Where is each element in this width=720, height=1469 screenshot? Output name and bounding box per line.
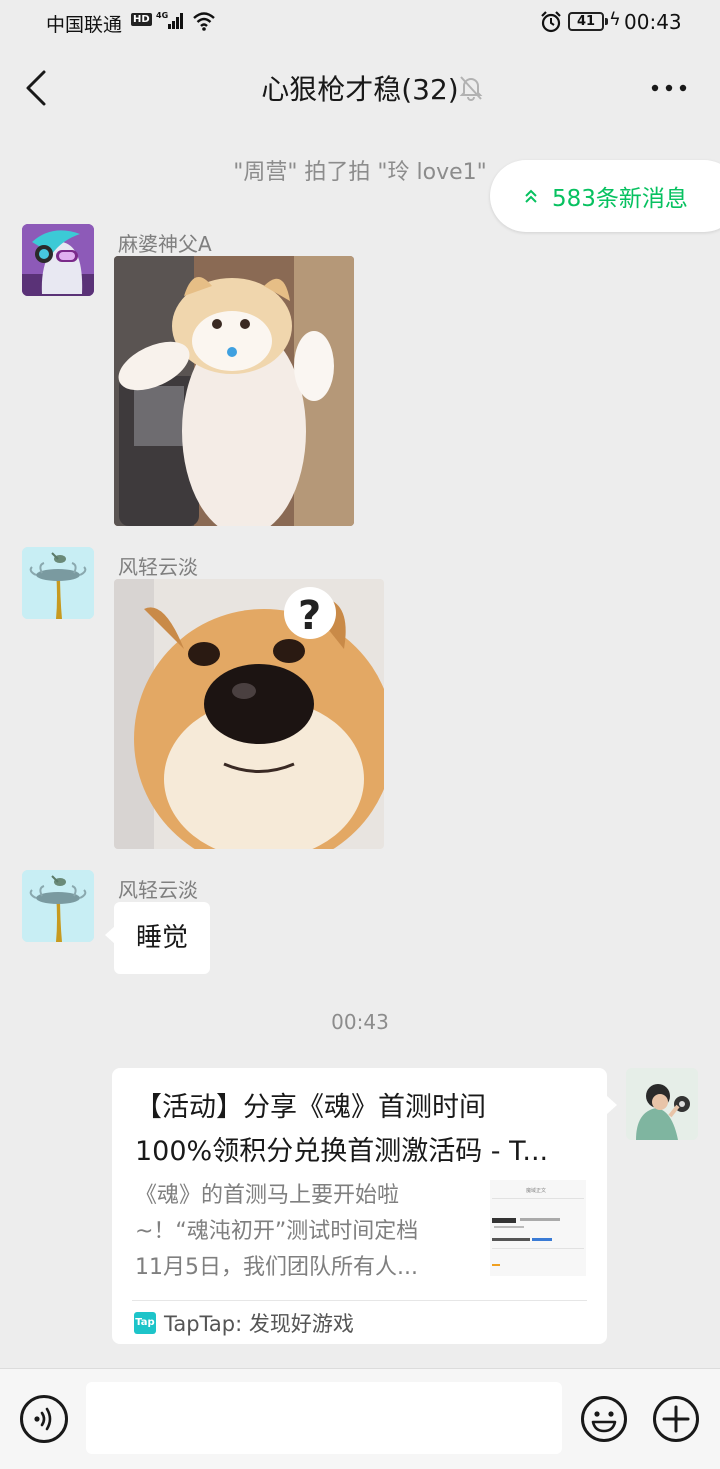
wifi-icon [193, 12, 215, 31]
carrier-name: 中国联通 [46, 14, 123, 36]
message-text: 睡觉 [136, 923, 189, 953]
page-title[interactable]: 心狠枪才稳(32) [261, 68, 458, 108]
time-divider: 00:43 [331, 1010, 389, 1034]
voice-input-button[interactable] [20, 1395, 68, 1443]
text-message-bubble[interactable]: 睡觉 [104, 902, 211, 974]
sender-name: 风轻云淡 [118, 555, 198, 579]
charging-icon: ϟ [609, 9, 621, 30]
status-time: 00:43 [624, 10, 682, 34]
taptap-logo-icon: Tap [134, 1312, 156, 1334]
image-message[interactable]: ? [114, 579, 384, 849]
emoji-button[interactable] [580, 1395, 628, 1443]
double-chevron-up-icon [525, 189, 537, 203]
status-bar: 中国联通 HD 4G 41 ϟ 00:43 [0, 0, 720, 46]
link-card-description: 《魂》的首测马上要开始啦 ~！“魂沌初开”测试时间定档 11月5日，我们团队所有… [135, 1178, 465, 1286]
avatar[interactable] [22, 547, 94, 619]
thumbnail-heading: 魔域正文 [526, 1187, 546, 1194]
thumbnail-image: 魔域正文 [490, 1180, 586, 1276]
battery-level: 41 [576, 14, 596, 29]
link-card-title: 【活动】分享《魂》首测时间 100%领积分兑换首测激活码 - T... [135, 1086, 590, 1174]
cat-sticker-image [114, 256, 354, 526]
avatar-image [22, 870, 94, 942]
avatar-image [22, 547, 94, 619]
svg-text:?: ? [298, 593, 321, 639]
new-messages-label: 583条新消息 [552, 186, 688, 212]
plus-icon [653, 1396, 699, 1442]
signal-icon: 4G [156, 11, 183, 29]
link-card-title-line: 【活动】分享《魂》首测时间 [135, 1092, 486, 1123]
shiba-sticker-image: ? [114, 579, 384, 849]
my-avatar[interactable] [626, 1068, 698, 1140]
divider [132, 1300, 587, 1301]
avatar-image [626, 1068, 698, 1140]
avatar-image [22, 224, 94, 296]
alarm-icon [541, 11, 561, 33]
link-card-desc-line: 《魂》的首测马上要开始啦 [135, 1183, 400, 1208]
avatar[interactable] [22, 870, 94, 942]
image-message[interactable] [114, 256, 354, 526]
link-card-desc-line: ~！“魂沌初开”测试时间定档 [135, 1219, 419, 1244]
link-card-desc-line: 11月5日，我们团队所有人... [135, 1255, 418, 1280]
avatar[interactable] [22, 224, 94, 296]
link-card-thumbnail: 魔域正文 [490, 1180, 586, 1276]
message-input[interactable] [86, 1382, 562, 1454]
more-actions-button[interactable] [652, 1395, 700, 1443]
sender-name: 风轻云淡 [118, 878, 198, 902]
more-dots-icon [651, 84, 687, 92]
emoji-icon [581, 1396, 627, 1442]
link-card-source: Tap TapTap: 发现好游戏 [134, 1308, 354, 1338]
svg-text:4G: 4G [156, 11, 168, 20]
battery-indicator: 41 [568, 12, 608, 31]
sender-name: 麻婆神父A [118, 232, 212, 256]
link-card-title-line: 100%领积分兑换首测激活码 - T... [135, 1136, 549, 1167]
voice-icon [34, 1407, 52, 1431]
link-card-message[interactable]: 【活动】分享《魂》首测时间 100%领积分兑换首测激活码 - T... 《魂》的… [112, 1068, 617, 1344]
chat-title-bar: 心狠枪才稳(32) [0, 68, 720, 108]
link-card-source-label: TapTap: 发现好游戏 [164, 1312, 354, 1336]
more-button[interactable] [648, 72, 692, 104]
new-messages-button[interactable]: 583条新消息 [490, 160, 720, 232]
mute-bell-icon [459, 76, 483, 101]
hd-badge: HD [131, 13, 152, 26]
